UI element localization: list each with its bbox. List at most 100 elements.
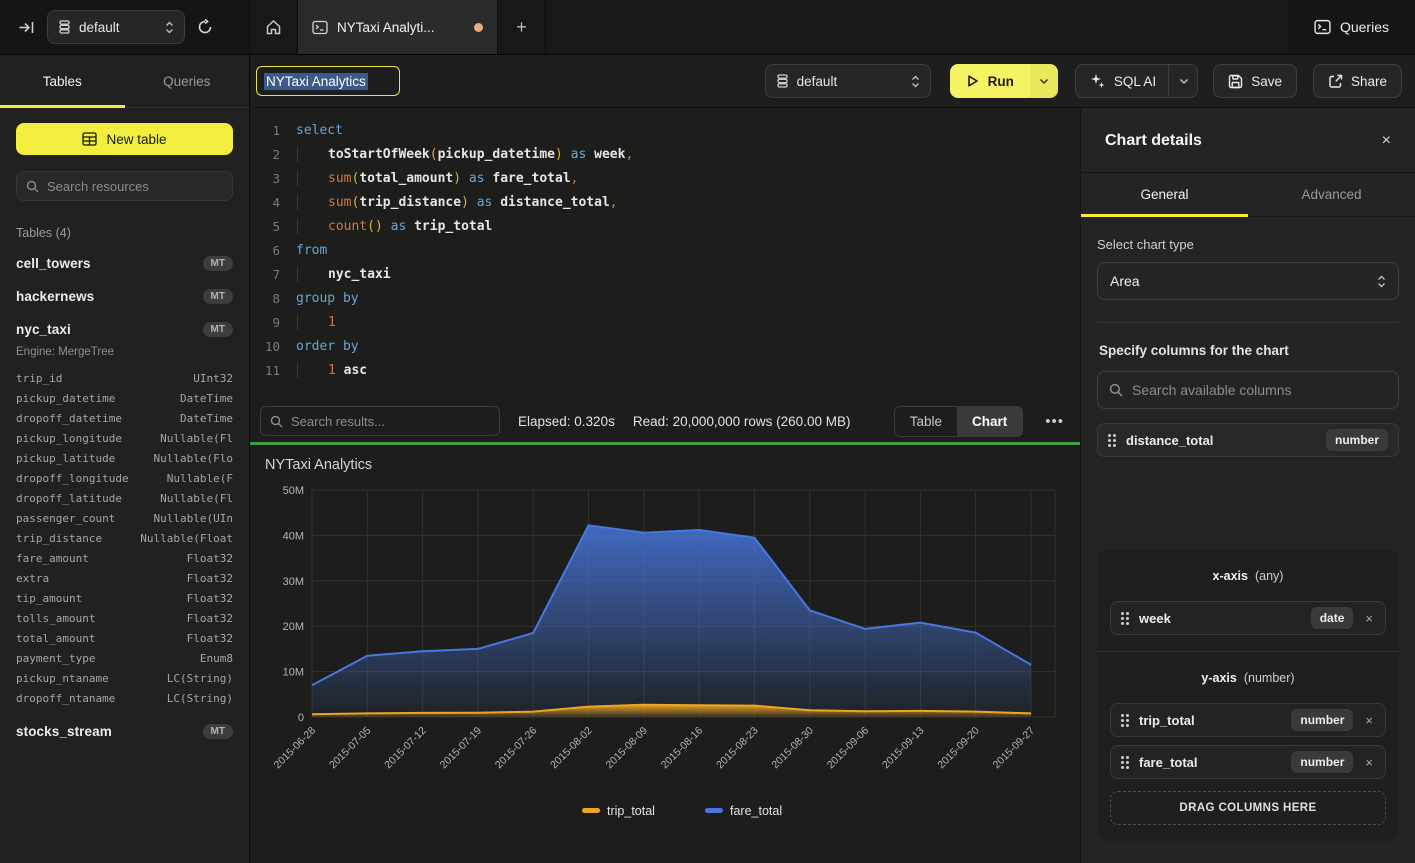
svg-text:40M: 40M bbox=[283, 530, 304, 542]
svg-text:2015-09-06: 2015-09-06 bbox=[825, 725, 872, 772]
code-line-2: 2 toStartOfWeek(pickup_datetime) as week… bbox=[250, 142, 1080, 166]
column-type: Float32 bbox=[187, 572, 233, 585]
sql-editor[interactable]: 1 select 2 toStartOfWeek(pickup_datetime)… bbox=[250, 108, 1080, 400]
column-row-dropoff_ntaname: dropoff_ntaname LC(String) bbox=[16, 688, 233, 708]
column-row-pickup_latitude: pickup_latitude Nullable(Flo bbox=[16, 448, 233, 468]
column-pill-distance_total[interactable]: distance_total number bbox=[1097, 423, 1399, 457]
column-name: dropoff_latitude bbox=[16, 492, 122, 505]
line-number: 1 bbox=[250, 123, 280, 138]
refresh-button[interactable] bbox=[197, 19, 213, 35]
query-title-input[interactable]: NYTaxi Analytics bbox=[256, 66, 400, 96]
table-grid-icon bbox=[82, 132, 97, 146]
database-icon bbox=[58, 20, 71, 34]
new-table-button[interactable]: New table bbox=[16, 123, 233, 155]
database-selector-top[interactable]: default bbox=[47, 10, 185, 44]
save-button[interactable]: Save bbox=[1213, 64, 1297, 98]
collapse-sidebar-button[interactable] bbox=[18, 19, 35, 36]
drag-handle-icon[interactable] bbox=[1121, 612, 1129, 625]
column-type: Float32 bbox=[187, 632, 233, 645]
column-name: pickup_ntaname bbox=[16, 672, 109, 685]
chevron-updown-icon bbox=[165, 21, 174, 34]
new-tab-button[interactable]: + bbox=[498, 0, 546, 54]
share-button-label: Share bbox=[1351, 74, 1387, 89]
drag-handle-icon[interactable] bbox=[1121, 714, 1129, 727]
svg-text:2015-07-12: 2015-07-12 bbox=[382, 725, 429, 772]
close-panel-button[interactable]: × bbox=[1382, 132, 1391, 150]
table-name: stocks_stream bbox=[16, 724, 112, 739]
svg-text:2015-09-20: 2015-09-20 bbox=[935, 725, 982, 772]
svg-text:trip_total: trip_total bbox=[607, 804, 655, 818]
y-axis-label: y-axis bbox=[1201, 671, 1236, 685]
terminal-icon bbox=[1314, 19, 1331, 35]
column-pill-fare_total[interactable]: fare_total number× bbox=[1110, 745, 1386, 779]
tab-advanced[interactable]: Advanced bbox=[1248, 173, 1415, 216]
column-row-trip_id: trip_id UInt32 bbox=[16, 368, 233, 388]
chart-type-value: Area bbox=[1110, 273, 1140, 289]
column-pill-trip_total[interactable]: trip_total number× bbox=[1110, 703, 1386, 737]
drag-handle-icon[interactable] bbox=[1108, 434, 1116, 447]
sql-ai-button[interactable]: SQL AI bbox=[1075, 64, 1198, 98]
sidebar-tab-queries[interactable]: Queries bbox=[125, 55, 250, 107]
code-text: order by bbox=[280, 339, 359, 354]
pill-name: distance_total bbox=[1126, 433, 1316, 448]
view-toggle-table[interactable]: Table bbox=[895, 407, 957, 436]
svg-text:2015-09-13: 2015-09-13 bbox=[880, 725, 927, 772]
tab-home[interactable] bbox=[250, 0, 298, 54]
code-text: select bbox=[280, 123, 343, 138]
column-row-extra: extra Float32 bbox=[16, 568, 233, 588]
share-button[interactable]: Share bbox=[1313, 64, 1402, 98]
svg-text:2015-08-23: 2015-08-23 bbox=[714, 725, 761, 772]
collapse-sidebar-icon bbox=[18, 19, 35, 36]
table-item-cell_towers[interactable]: cell_towers MT bbox=[16, 254, 233, 273]
column-list: trip_id UInt32pickup_datetime DateTimedr… bbox=[16, 368, 233, 708]
line-number: 3 bbox=[250, 171, 280, 186]
plus-icon: + bbox=[516, 17, 527, 38]
database-selector-toolbar[interactable]: default bbox=[765, 64, 931, 98]
queries-menu-button[interactable]: Queries bbox=[1288, 0, 1415, 54]
engine-badge: MT bbox=[203, 322, 233, 337]
run-button[interactable]: Run bbox=[950, 64, 1030, 98]
area-chart[interactable]: 010M20M30M40M50M2015-06-282015-07-052015… bbox=[250, 445, 1080, 863]
remove-column-button[interactable]: × bbox=[1363, 713, 1375, 728]
sparkle-icon bbox=[1090, 73, 1106, 89]
query-title-value: NYTaxi Analytics bbox=[264, 73, 368, 90]
top-bar: default NYTaxi Analyti.. bbox=[0, 0, 1415, 55]
run-split-button: Run bbox=[950, 64, 1058, 98]
search-columns-input[interactable]: Search available columns bbox=[1097, 371, 1399, 409]
chart-type-select[interactable]: Area bbox=[1097, 262, 1399, 300]
drop-zone[interactable]: DRAG COLUMNS HERE bbox=[1110, 791, 1386, 825]
terminal-icon bbox=[312, 20, 328, 35]
tab-general[interactable]: General bbox=[1081, 173, 1248, 216]
table-item-nyc_taxi[interactable]: nyc_taxi MT bbox=[16, 320, 233, 339]
search-resources-input[interactable]: Search resources bbox=[16, 171, 233, 201]
sql-ai-options-button[interactable] bbox=[1168, 65, 1189, 97]
y-axis-items: trip_total number× fare_total number× bbox=[1110, 703, 1386, 779]
remove-column-button[interactable]: × bbox=[1363, 611, 1375, 626]
line-number: 8 bbox=[250, 291, 280, 306]
search-icon bbox=[1109, 383, 1123, 397]
query-toolbar: NYTaxi Analytics default Run bbox=[250, 55, 1415, 108]
sidebar-tab-tables[interactable]: Tables bbox=[0, 55, 125, 107]
tab-query-label: NYTaxi Analyti... bbox=[337, 20, 465, 35]
table-name: cell_towers bbox=[16, 256, 91, 271]
drag-handle-icon[interactable] bbox=[1121, 756, 1129, 769]
tab-general-label: General bbox=[1140, 187, 1188, 202]
run-options-button[interactable] bbox=[1030, 64, 1058, 98]
tab-strip: NYTaxi Analyti... + bbox=[250, 0, 1288, 54]
drop-zone-label: DRAG COLUMNS HERE bbox=[1179, 802, 1316, 814]
search-results-input[interactable]: Search results... bbox=[260, 406, 500, 436]
column-name: fare_amount bbox=[16, 552, 89, 565]
table-item-hackernews[interactable]: hackernews MT bbox=[16, 287, 233, 306]
column-row-pickup_ntaname: pickup_ntaname LC(String) bbox=[16, 668, 233, 688]
remove-column-button[interactable]: × bbox=[1363, 755, 1375, 770]
main-area: 1 select 2 toStartOfWeek(pickup_datetime)… bbox=[250, 108, 1080, 863]
table-item-stocks_stream[interactable]: stocks_stream MT bbox=[16, 722, 233, 741]
column-pill-week[interactable]: week date× bbox=[1110, 601, 1386, 635]
line-number: 7 bbox=[250, 267, 280, 282]
results-more-button[interactable]: ••• bbox=[1041, 413, 1068, 430]
tables-section-label: Tables (4) bbox=[16, 226, 233, 240]
column-type: LC(String) bbox=[167, 672, 233, 685]
view-toggle-chart[interactable]: Chart bbox=[957, 407, 1022, 436]
sidebar-tab-tables-label: Tables bbox=[43, 74, 82, 89]
tab-query-nytaxi[interactable]: NYTaxi Analyti... bbox=[298, 0, 498, 54]
